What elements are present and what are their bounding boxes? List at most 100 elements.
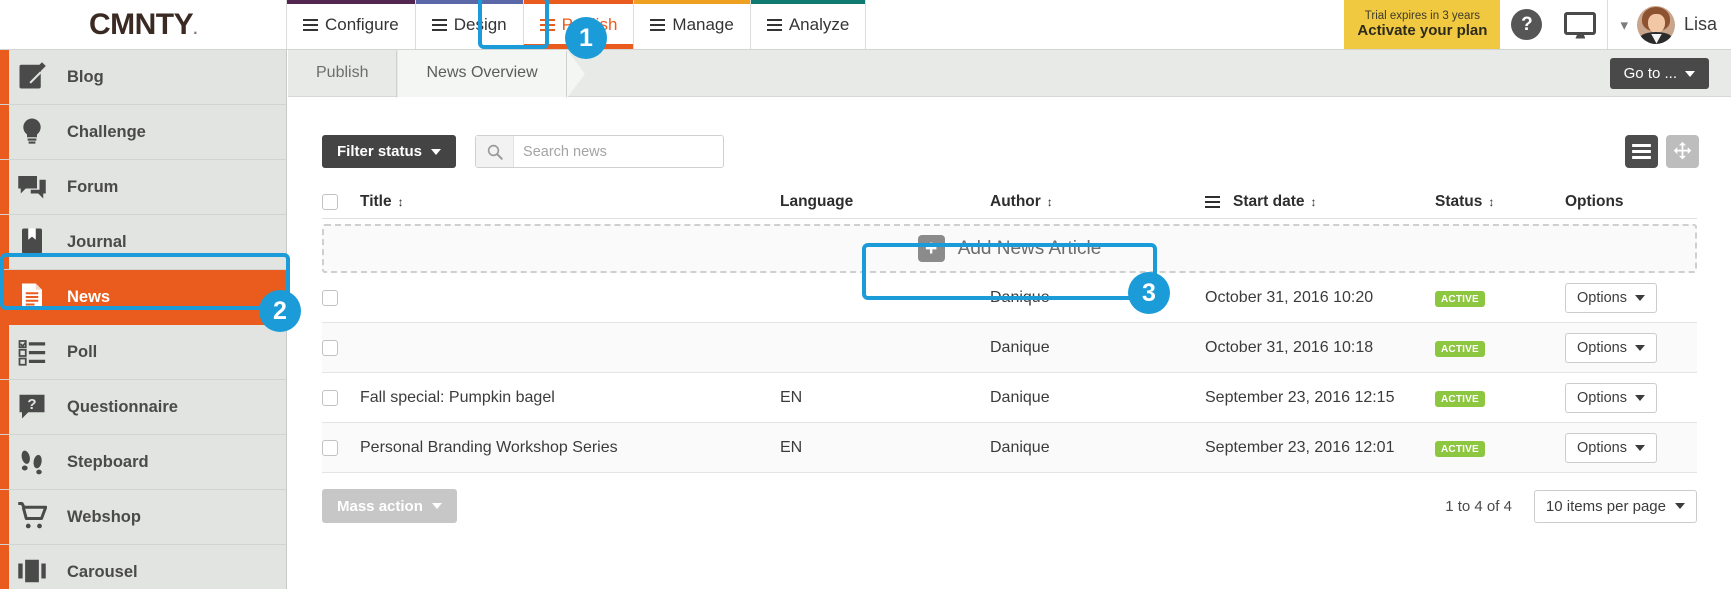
sidebar-item-challenge[interactable]: Challenge <box>0 105 286 160</box>
items-per-page-label: 10 items per page <box>1545 497 1666 515</box>
column-label: Start date <box>1233 193 1305 210</box>
nav-tab-design[interactable]: Design <box>415 0 524 49</box>
hamburger-icon <box>539 18 555 31</box>
mass-action-button[interactable]: Mass action <box>322 489 457 523</box>
add-news-article-button[interactable]: + Add News Article <box>917 235 1101 262</box>
caret-down-icon <box>431 148 442 155</box>
filter-status-label: Filter status <box>337 143 423 160</box>
cell-options: Options <box>1565 432 1685 463</box>
shopping-cart-icon <box>17 501 51 533</box>
filter-status-button[interactable]: Filter status <box>322 135 457 168</box>
sidebar-item-label: Journal <box>67 232 127 251</box>
sidebar-item-journal[interactable]: Journal <box>0 215 286 270</box>
select-all-checkbox[interactable] <box>322 194 338 210</box>
options-button[interactable]: Options <box>1565 332 1657 363</box>
sidebar-item-label: Blog <box>67 67 104 86</box>
brand-logo[interactable]: CMNTY. <box>0 0 287 49</box>
column-header-status[interactable]: Status ↕ <box>1435 193 1565 211</box>
cell-start-date: October 31, 2016 10:18 <box>1205 338 1374 356</box>
search-input[interactable] <box>514 136 724 167</box>
table-footer: Mass action 1 to 4 of 4 10 items per pag… <box>322 489 1697 523</box>
sidebar-item-questionnaire[interactable]: ? Questionnaire <box>0 380 286 435</box>
nav-tab-analyze[interactable]: Analyze <box>750 0 867 49</box>
nav-tab-stripe <box>750 0 866 4</box>
sidebar-item-stepboard[interactable]: Stepboard <box>0 435 286 490</box>
list-toolbar: Filter status <box>288 135 1731 168</box>
status-badge: ACTIVE <box>1435 390 1485 407</box>
breadcrumb-label: News Overview <box>426 64 538 81</box>
nav-tab-configure[interactable]: Configure <box>287 0 416 49</box>
cell-status: ACTIVE <box>1435 339 1565 357</box>
brand-logo-text: CMNTY. <box>89 8 198 42</box>
column-header-start-date[interactable]: Start date ↕ <box>1205 193 1435 211</box>
options-button[interactable]: Options <box>1565 382 1657 413</box>
cell-start-date: September 23, 2016 12:15 <box>1205 388 1395 406</box>
footsteps-icon <box>17 446 51 478</box>
column-header-title[interactable]: Title ↕ <box>360 193 780 211</box>
cell-author: Danique <box>990 438 1050 456</box>
table-row[interactable]: Danique October 31, 2016 10:20 ACTIVE Op… <box>322 273 1697 323</box>
list-view-icon[interactable] <box>1625 135 1658 168</box>
column-label: Language <box>780 193 854 210</box>
add-news-article-row[interactable]: + Add News Article <box>322 224 1697 273</box>
cell-title[interactable]: Personal Branding Workshop Series <box>360 439 780 457</box>
preview-site-button[interactable] <box>1553 0 1607 49</box>
status-badge: ACTIVE <box>1435 290 1485 307</box>
caret-down-icon <box>1675 503 1685 509</box>
news-document-icon <box>17 281 51 313</box>
sidebar-item-label: Stepboard <box>67 452 149 471</box>
help-button[interactable]: ? <box>1500 0 1553 49</box>
sort-icon: ↕ <box>397 195 404 209</box>
mass-action-label: Mass action <box>337 497 423 515</box>
go-to-button[interactable]: Go to ... <box>1609 58 1709 89</box>
cell-options: Options <box>1565 382 1685 413</box>
sidebar-item-webshop[interactable]: Webshop <box>0 490 286 545</box>
sidebar-item-label: Poll <box>67 342 98 361</box>
cell-options: Options <box>1565 332 1685 363</box>
sort-icon: ↕ <box>1046 195 1053 209</box>
row-checkbox[interactable] <box>322 389 338 406</box>
user-menu[interactable]: ▾ Lisa <box>1607 0 1731 49</box>
nav-tab-manage[interactable]: Manage <box>634 0 751 49</box>
brand-dot: . <box>193 20 198 38</box>
avatar <box>1636 5 1675 44</box>
sidebar-item-carousel[interactable]: Carousel <box>0 545 286 589</box>
row-checkbox[interactable] <box>322 339 338 356</box>
sidebar-item-forum[interactable]: Forum <box>0 160 286 215</box>
cell-title[interactable]: Fall special: Pumpkin bagel <box>360 389 780 407</box>
column-header-author[interactable]: Author ↕ <box>990 193 1205 211</box>
sort-icon: ↕ <box>1488 195 1495 209</box>
row-checkbox[interactable] <box>322 289 338 306</box>
caret-down-icon <box>1685 70 1695 77</box>
column-header-language: Language <box>780 193 990 211</box>
status-badge: ACTIVE <box>1435 340 1485 357</box>
sidebar-item-label: News <box>67 287 111 306</box>
column-label: Title <box>360 193 392 210</box>
row-checkbox[interactable] <box>322 439 338 456</box>
cell-status: ACTIVE <box>1435 439 1565 457</box>
column-label: Status <box>1435 193 1483 210</box>
search-box[interactable] <box>475 135 725 168</box>
options-button[interactable]: Options <box>1565 282 1657 313</box>
sort-icon: ↕ <box>1310 195 1317 209</box>
hamburger-icon <box>1205 196 1220 208</box>
nav-tab-label: Manage <box>672 14 734 34</box>
sidebar-item-blog[interactable]: Blog <box>0 50 286 105</box>
blog-pencil-icon <box>17 61 51 93</box>
sidebar: Blog Challenge Forum Journal News Poll ?… <box>0 50 287 589</box>
breadcrumb-item-news-overview[interactable]: News Overview <box>398 49 568 97</box>
options-button[interactable]: Options <box>1565 432 1657 463</box>
table-row[interactable]: Fall special: Pumpkin bagel EN Danique S… <box>322 373 1697 423</box>
nav-tab-label: Configure <box>325 14 399 34</box>
select-all-cell <box>322 194 360 210</box>
breadcrumb-item-publish[interactable]: Publish <box>288 50 398 97</box>
sidebar-item-news[interactable]: News <box>0 270 286 325</box>
sidebar-item-poll[interactable]: Poll <box>0 325 286 380</box>
search-icon <box>476 136 515 167</box>
items-per-page-select[interactable]: 10 items per page <box>1533 489 1697 523</box>
activate-plan-banner[interactable]: Trial expires in 3 years Activate your p… <box>1344 0 1501 49</box>
table-row[interactable]: Danique October 31, 2016 10:18 ACTIVE Op… <box>322 323 1697 373</box>
arrange-move-icon[interactable] <box>1666 135 1699 168</box>
table-row[interactable]: Personal Branding Workshop Series EN Dan… <box>322 423 1697 473</box>
breadcrumb: Publish News Overview Go to ... <box>288 49 1731 97</box>
